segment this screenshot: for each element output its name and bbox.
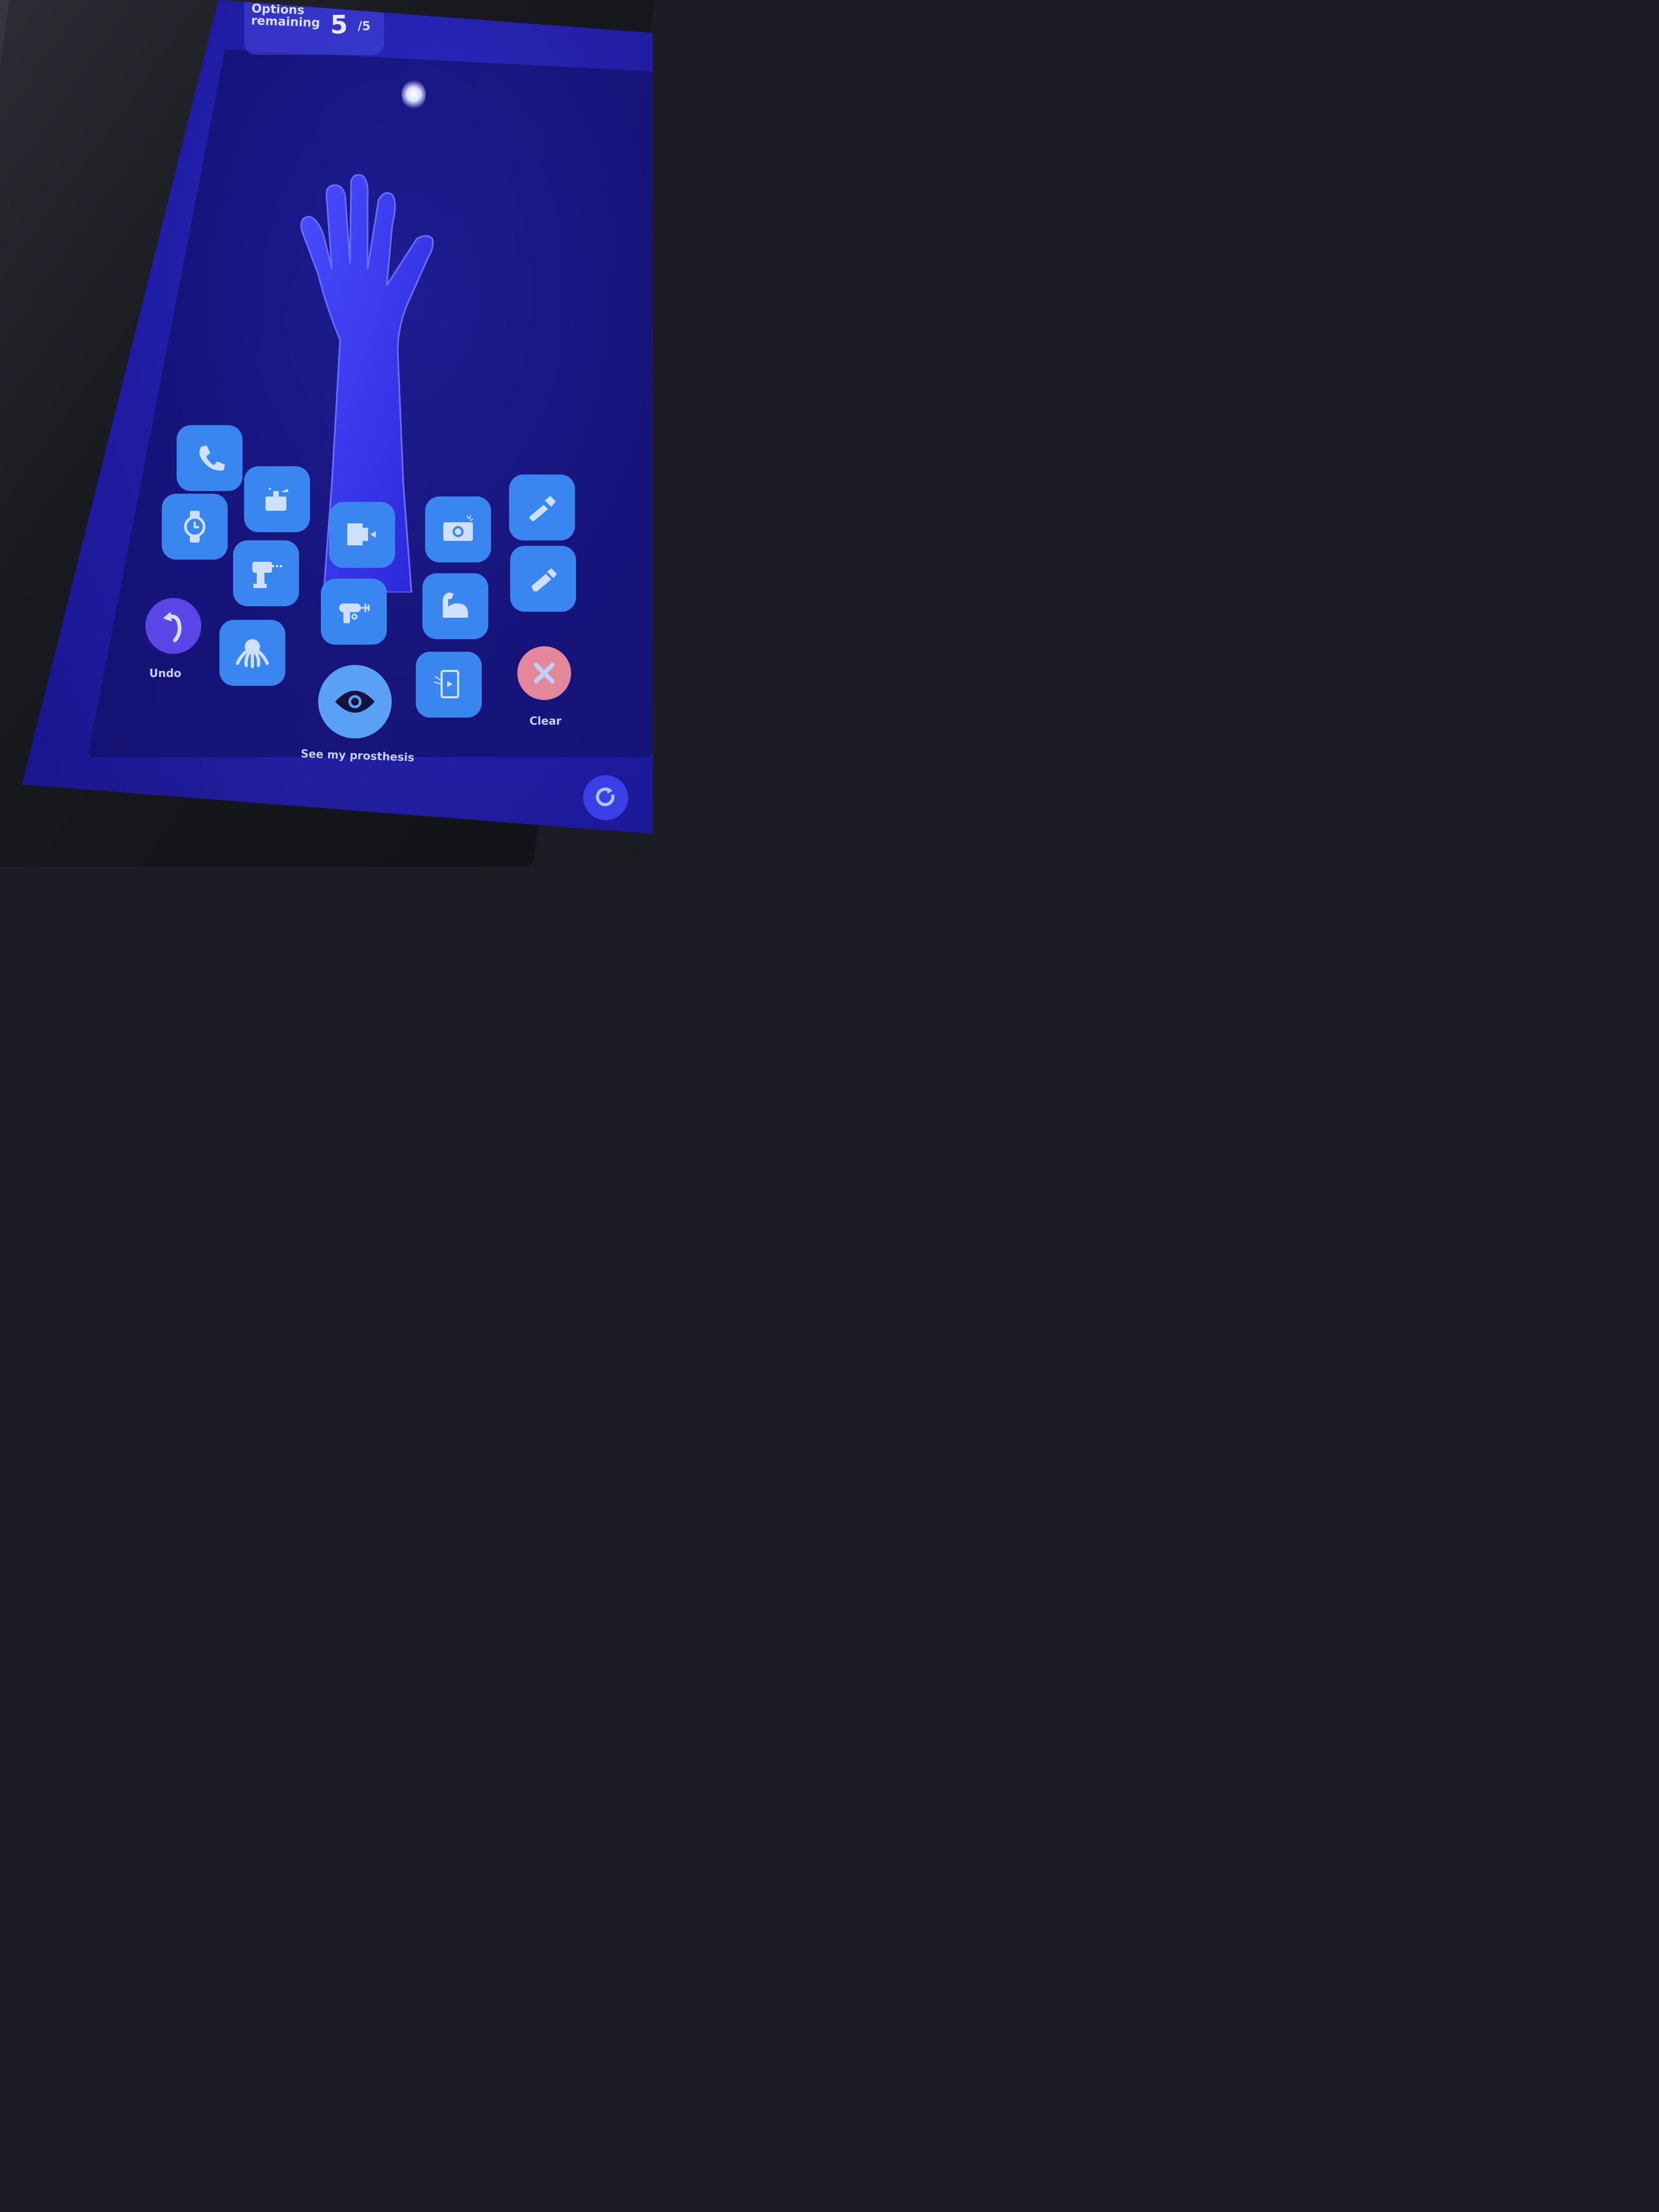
usb-stick-icon [532,568,557,592]
phone-icon [199,445,225,471]
flexed-arm-icon [443,592,469,618]
watch-icon [184,511,206,543]
option-ray-gun[interactable] [321,579,387,645]
option-card-reader[interactable] [329,502,395,568]
clear-label: Clear [529,714,562,727]
eye-icon [335,691,375,713]
ray-gun-icon [339,603,370,623]
close-icon [534,663,555,684]
options-max-value: /5 [358,20,371,33]
undo-label: Undo [149,667,182,680]
option-phone[interactable] [177,425,242,491]
tablet-video-icon [433,670,459,698]
clear-button[interactable] [517,646,571,700]
undo-button[interactable] [145,598,201,654]
option-drill[interactable] [233,540,299,606]
options-remaining-value: 5 [330,10,348,40]
restart-button[interactable] [583,775,628,820]
option-usb[interactable] [510,546,576,612]
option-perfume[interactable] [244,466,310,532]
camera-icon [443,515,473,541]
option-flashlight[interactable] [509,475,575,540]
see-prosthesis-button[interactable] [318,665,392,738]
card-reader-icon [347,523,376,545]
option-tablet-video[interactable] [416,652,482,718]
flashlight-icon [529,496,556,521]
drill-icon [252,562,282,588]
option-octopus[interactable] [219,620,285,686]
undo-arrow-icon [163,612,182,642]
refresh-icon [596,787,615,806]
option-camera[interactable] [425,496,491,562]
ceiling-light-reflection [402,80,426,109]
perfume-bottle-icon [266,488,289,511]
option-muscle[interactable] [422,573,488,639]
option-watch[interactable] [162,494,228,560]
octopus-icon [236,639,269,668]
